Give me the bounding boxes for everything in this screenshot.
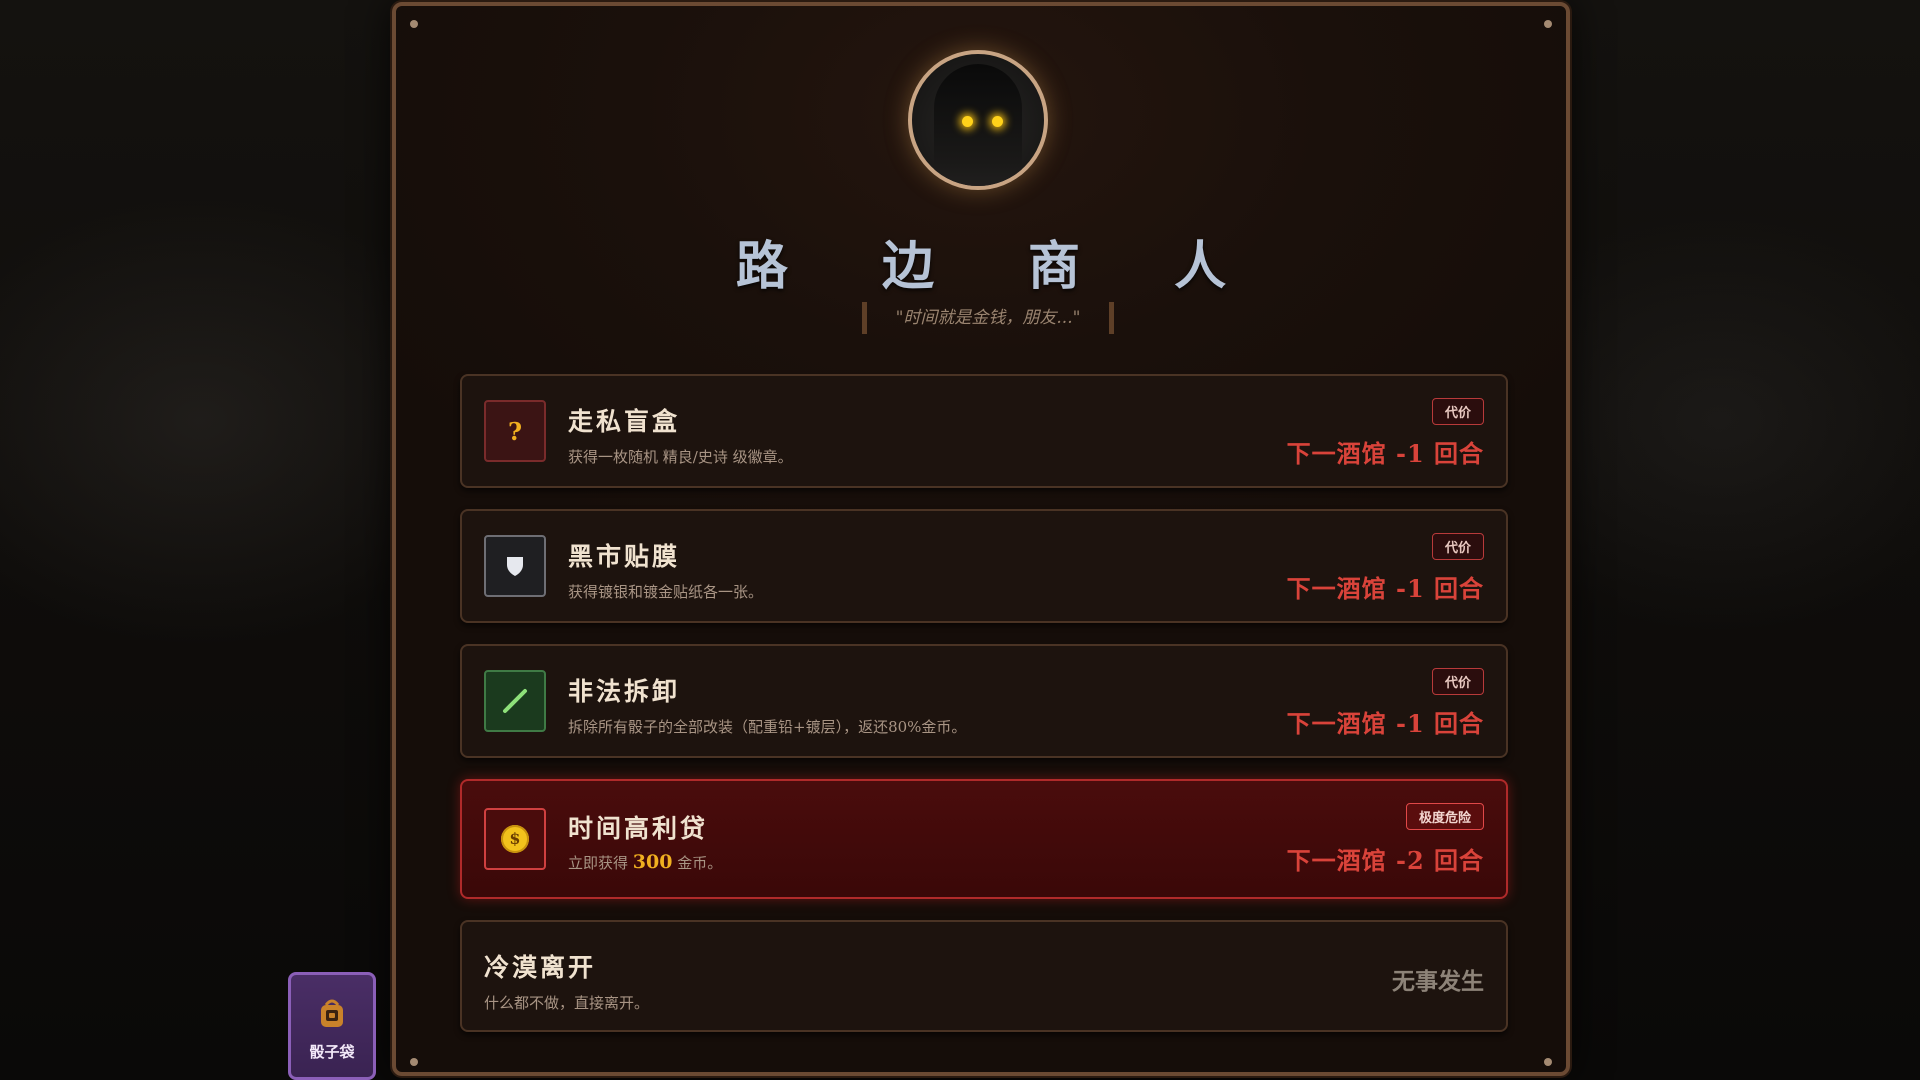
option-description: 立即获得 300 金币。 [568, 851, 722, 873]
dice-bag-label: 骰子袋 [309, 1043, 355, 1061]
option-blackmarket-sticker[interactable]: 黑市贴膜 获得镀银和镀金贴纸各一张。 代价 下一酒馆 -1 回合 [460, 509, 1508, 623]
option-description: 获得镀银和镀金贴纸各一张。 [568, 583, 764, 601]
glowing-eye-right [992, 116, 1003, 127]
option-description: 什么都不做，直接离开。 [484, 994, 650, 1012]
option-title: 冷漠离开 [484, 953, 597, 982]
option-title: 时间高利贷 [568, 814, 709, 843]
option-title: 走私盲盒 [568, 407, 681, 436]
option-illegal-dismantle[interactable]: 非法拆卸 拆除所有骰子的全部改装（配重铅+镀层），返还80%金币。 代价 下一酒… [460, 644, 1508, 758]
danger-badge: 极度危险 [1405, 803, 1484, 830]
option-description: 获得一枚随机 精良/史诗 级徽章。 [568, 448, 793, 466]
gold-coin-icon: $ [484, 808, 546, 870]
option-cost: 下一酒馆 -1 回合 [1286, 574, 1484, 603]
cost-badge: 代价 [1431, 533, 1484, 560]
gold-amount: 300 [632, 851, 673, 873]
shield-icon [484, 535, 546, 597]
option-cost: 下一酒馆 -1 回合 [1286, 709, 1484, 738]
rivet-top-left [410, 20, 418, 28]
option-result: 无事发生 [1392, 968, 1484, 995]
option-title: 黑市贴膜 [568, 542, 681, 571]
hooded-figure-icon [934, 64, 1022, 186]
rivet-top-right [1544, 20, 1552, 28]
option-cost: 下一酒馆 -2 回合 [1286, 846, 1484, 875]
merchant-name: 路 边 商 人 [735, 236, 1265, 297]
option-cost: 下一酒馆 -1 回合 [1286, 439, 1484, 468]
merchant-quote: "时间就是金钱，朋友..." [862, 302, 1114, 334]
bag-icon [321, 999, 343, 1027]
option-leave[interactable]: 冷漠离开 什么都不做，直接离开。 无事发生 [460, 920, 1508, 1032]
option-description: 拆除所有骰子的全部改装（配重铅+镀层），返还80%金币。 [568, 718, 967, 736]
merchant-portrait [908, 50, 1048, 190]
option-time-loan[interactable]: $ 时间高利贷 立即获得 300 金币。 极度危险 下一酒馆 -2 回合 [460, 779, 1508, 899]
cost-badge: 代价 [1431, 398, 1484, 425]
description-prefix: 立即获得 [568, 854, 629, 872]
slash-tool-icon [484, 670, 546, 732]
rivet-bottom-left [410, 1058, 418, 1066]
option-smuggled-blindbox[interactable]: ? 走私盲盒 获得一枚随机 精良/史诗 级徽章。 代价 下一酒馆 -1 回合 [460, 374, 1508, 488]
merchant-event-panel: 路 边 商 人 "时间就是金钱，朋友..." ? 走私盲盒 获得一枚随机 精良/… [392, 2, 1570, 1076]
option-title: 非法拆卸 [568, 677, 681, 706]
cost-badge: 代价 [1431, 668, 1484, 695]
description-suffix: 金币。 [677, 854, 723, 872]
question-mark-icon: ? [484, 400, 546, 462]
dice-bag-button[interactable]: 骰子袋 [288, 972, 376, 1080]
rivet-bottom-right [1544, 1058, 1552, 1066]
glowing-eye-left [962, 116, 973, 127]
